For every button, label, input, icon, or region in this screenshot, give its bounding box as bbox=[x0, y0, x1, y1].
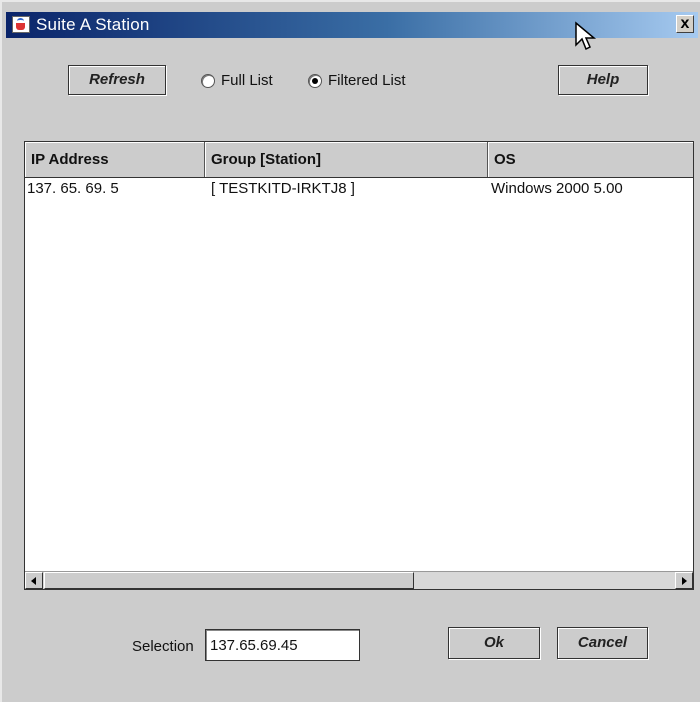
cell-os: Windows 2000 5.00 bbox=[491, 180, 623, 197]
selection-input[interactable] bbox=[205, 629, 360, 661]
table-row[interactable]: 137. 65. 69. 5 [ TESTKITD-IRKTJ8 ] Windo… bbox=[25, 178, 693, 200]
dialog-window: Suite A Station x Refresh Full List Filt… bbox=[0, 0, 700, 702]
ok-button[interactable]: Ok bbox=[448, 627, 540, 659]
cell-group: [ TESTKITD-IRKTJ8 ] bbox=[211, 180, 355, 197]
station-table: IP Address Group [Station] OS 137. 65. 6… bbox=[24, 141, 694, 590]
cancel-button-label: Cancel bbox=[577, 634, 628, 651]
java-cup-icon bbox=[12, 16, 30, 33]
column-header-ip[interactable]: IP Address bbox=[25, 142, 205, 177]
column-header-os[interactable]: OS bbox=[488, 142, 693, 177]
arrow-right-icon bbox=[682, 577, 687, 585]
scroll-thumb[interactable] bbox=[44, 572, 414, 589]
refresh-button-label: Refresh bbox=[89, 71, 145, 88]
radio-circle-selected-icon bbox=[308, 74, 322, 88]
cell-ip: 137. 65. 69. 5 bbox=[27, 180, 119, 197]
table-header: IP Address Group [Station] OS bbox=[25, 142, 693, 178]
help-button-label: Help bbox=[586, 71, 620, 88]
scroll-left-button[interactable] bbox=[25, 572, 43, 589]
refresh-button[interactable]: Refresh bbox=[68, 65, 166, 95]
scroll-right-button[interactable] bbox=[675, 572, 693, 589]
cancel-button[interactable]: Cancel bbox=[557, 627, 648, 659]
radio-filtered-list[interactable]: Filtered List bbox=[308, 72, 428, 92]
window-title: Suite A Station bbox=[36, 15, 150, 34]
selection-label: Selection bbox=[132, 638, 194, 655]
radio-full-list-label: Full List bbox=[221, 72, 273, 89]
column-header-group[interactable]: Group [Station] bbox=[205, 142, 488, 177]
close-icon[interactable]: x bbox=[676, 15, 694, 33]
help-button[interactable]: Help bbox=[558, 65, 648, 95]
radio-filtered-list-label: Filtered List bbox=[328, 72, 406, 89]
mouse-pointer-icon bbox=[575, 21, 597, 51]
radio-circle-icon bbox=[201, 74, 215, 88]
arrow-left-icon bbox=[31, 577, 36, 585]
ok-button-label: Ok bbox=[483, 634, 504, 651]
horizontal-scrollbar[interactable] bbox=[25, 571, 693, 589]
radio-full-list[interactable]: Full List bbox=[201, 72, 291, 92]
